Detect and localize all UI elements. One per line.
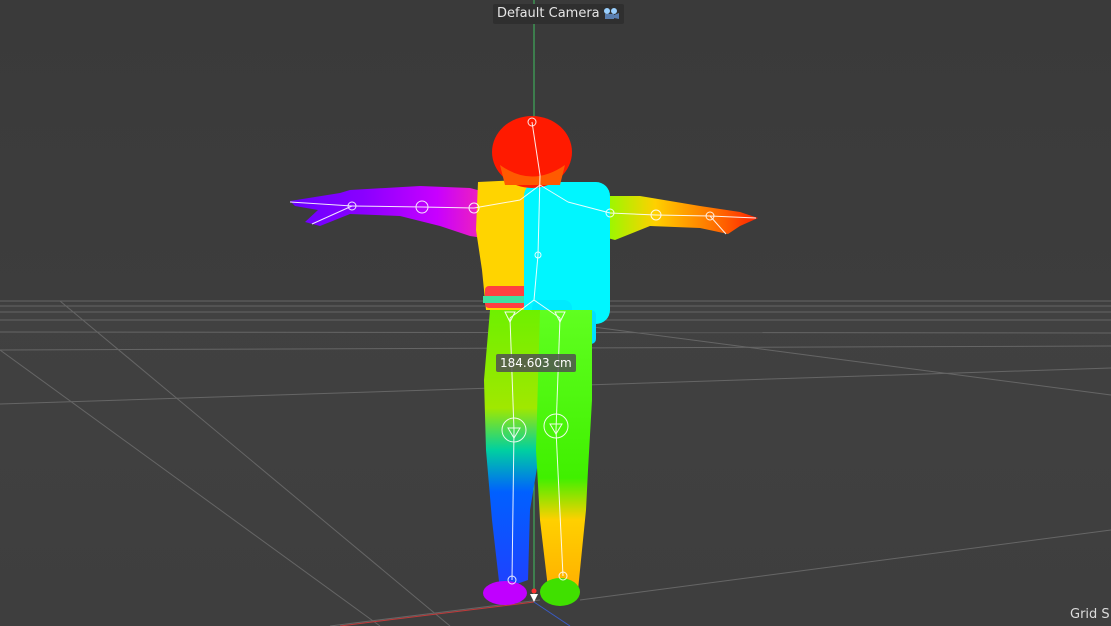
height-measurement: 184.603 cm <box>496 354 576 372</box>
camera-icon <box>603 8 619 19</box>
camera-label-text: Default Camera <box>497 6 600 21</box>
viewport-scene[interactable] <box>0 0 1111 626</box>
x-axis-line <box>339 601 535 626</box>
camera-selector[interactable]: Default Camera <box>493 4 624 24</box>
3d-viewport[interactable]: Default Camera 184.603 cm Grid S <box>0 0 1111 626</box>
grid-spacing-label: Grid S <box>1070 607 1110 622</box>
